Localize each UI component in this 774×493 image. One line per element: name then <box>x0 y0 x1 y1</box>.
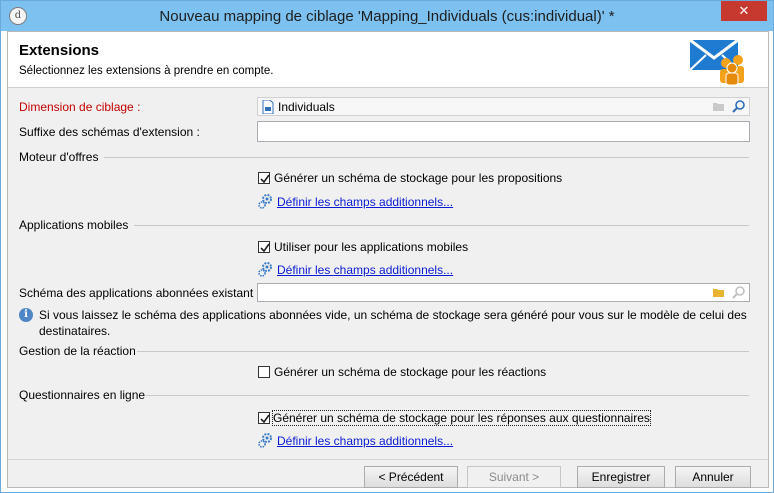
reaction-section: Gestion de la réaction <box>19 344 749 358</box>
folder-icon[interactable] <box>710 98 728 115</box>
offer-engine-checkbox[interactable] <box>258 172 270 184</box>
section-divider <box>104 157 749 158</box>
cancel-button[interactable]: Annuler <box>675 466 751 488</box>
previous-button[interactable]: < Précédent <box>364 466 458 488</box>
section-divider <box>146 395 749 396</box>
wizard-footer: < Précédent Suivant > Enregistrer Annule… <box>8 459 768 488</box>
section-divider <box>137 351 749 352</box>
save-button[interactable]: Enregistrer <box>577 466 665 488</box>
gear-icon <box>257 193 273 212</box>
section-divider <box>134 225 749 226</box>
mobile-apps-section-label: Applications mobiles <box>19 218 129 232</box>
offer-engine-fields-link[interactable]: Définir les champs additionnels... <box>277 195 453 209</box>
offer-engine-section: Moteur d'offres <box>19 150 749 164</box>
reaction-checkbox[interactable] <box>258 366 270 378</box>
gear-icon <box>257 432 273 451</box>
mobile-apps-section: Applications mobiles <box>19 218 749 232</box>
search-icon[interactable] <box>730 284 748 301</box>
surveys-section-label: Questionnaires en ligne <box>19 388 146 402</box>
reaction-checkbox-label[interactable]: Générer un schéma de stockage pour les r… <box>274 365 546 379</box>
targeting-dimension-value: Individuals <box>278 100 335 114</box>
targeting-dimension-label: Dimension de ciblage : <box>19 100 141 114</box>
subscribed-schema-input[interactable] <box>258 284 708 301</box>
info-icon: i <box>19 308 33 322</box>
info-message: Si vous laissez le schéma des applicatio… <box>39 308 747 338</box>
mobile-apps-fields-link[interactable]: Définir les champs additionnels... <box>277 263 453 277</box>
mobile-apps-checkbox-label[interactable]: Utiliser pour les applications mobiles <box>274 240 468 254</box>
next-button[interactable]: Suivant > <box>467 466 561 488</box>
surveys-checkbox-label[interactable]: Générer un schéma de stockage pour les r… <box>272 410 651 426</box>
surveys-fields-link[interactable]: Définir les champs additionnels... <box>277 434 453 448</box>
surveys-checkbox[interactable] <box>258 412 270 424</box>
reaction-section-label: Gestion de la réaction <box>19 344 136 358</box>
mobile-apps-checkbox[interactable] <box>258 241 270 253</box>
suffix-label: Suffixe des schémas d'extension : <box>19 125 200 139</box>
schema-document-icon <box>262 99 274 117</box>
mail-users-icon <box>688 38 748 89</box>
suffix-field[interactable] <box>257 121 750 142</box>
title-bar[interactable]: d Nouveau mapping de ciblage 'Mapping_In… <box>1 1 773 31</box>
subscribed-schema-field[interactable] <box>257 283 750 302</box>
window-title: Nouveau mapping de ciblage 'Mapping_Indi… <box>159 8 615 25</box>
gear-icon <box>257 261 273 280</box>
suffix-input[interactable] <box>258 122 749 139</box>
targeting-dimension-field[interactable]: Individuals <box>257 97 750 116</box>
page-subtitle: Sélectionnez les extensions à prendre en… <box>19 65 274 77</box>
wizard-header: Extensions Sélectionnez les extensions à… <box>8 32 768 88</box>
offer-engine-section-label: Moteur d'offres <box>19 150 99 164</box>
page-title: Extensions <box>19 42 100 59</box>
dialog-window: d Nouveau mapping de ciblage 'Mapping_In… <box>0 0 774 493</box>
search-icon[interactable] <box>730 98 748 115</box>
folder-icon[interactable] <box>710 284 728 301</box>
surveys-section: Questionnaires en ligne <box>19 388 749 402</box>
close-button[interactable]: ✕ <box>721 1 767 21</box>
dialog-client: Extensions Sélectionnez les extensions à… <box>7 31 769 488</box>
offer-engine-checkbox-label[interactable]: Générer un schéma de stockage pour les p… <box>274 171 562 185</box>
subscribed-schema-label: Schéma des applications abonnées existan… <box>19 286 260 300</box>
